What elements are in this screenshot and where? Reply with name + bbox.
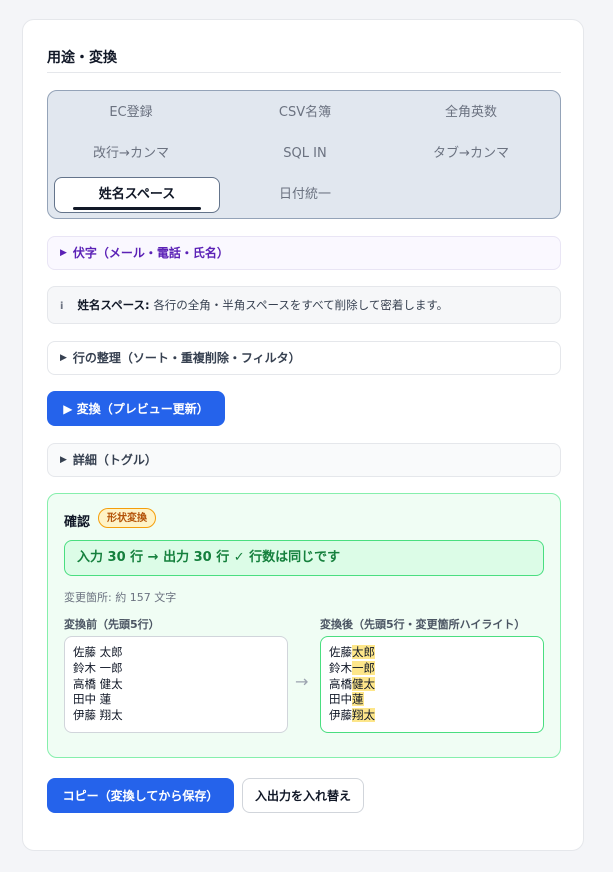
after-line: 伊藤翔太: [329, 708, 535, 724]
tab-sql-in[interactable]: SQL IN: [222, 136, 388, 172]
before-line: 高橋 健太: [73, 676, 123, 691]
tab-ec[interactable]: EC登録: [48, 95, 214, 131]
masking-panel[interactable]: ▶ 伏字（メール・電話・氏名）: [47, 236, 561, 270]
change-count: 変更箇所: 約 157 文字: [64, 591, 177, 604]
after-line: 高橋健太: [329, 676, 535, 693]
details-label: 詳細（トグル）: [72, 453, 157, 467]
confirm-title: 確認: [64, 515, 91, 530]
convert-button[interactable]: ▶ 変換（プレビュー更新）: [47, 391, 225, 426]
unchanged-text: 鈴木: [329, 660, 352, 675]
changed-text: 健太: [352, 676, 375, 691]
result-summary: 入力 30 行 → 出力 30 行 ✓ 行数は同じです: [64, 540, 544, 576]
converter-card: 用途・変換 EC登録 CSV名簿 全角英数 改行→カンマ SQL IN タブ→カ…: [22, 19, 584, 851]
after-line: 鈴木一郎: [329, 660, 535, 677]
unchanged-text: 伊藤: [329, 708, 352, 723]
unchanged-text: 高橋: [329, 676, 352, 691]
expand-triangle-icon: ▶: [60, 248, 67, 258]
copy-button[interactable]: コピー（変換してから保存）: [47, 778, 234, 813]
masking-label: 伏字（メール・電話・氏名）: [72, 246, 229, 260]
details-panel[interactable]: ▶ 詳細（トグル）: [47, 443, 561, 477]
tab-tab-comma[interactable]: タブ→カンマ: [388, 136, 554, 172]
shape-change-badge: 形状変換: [98, 508, 156, 528]
after-line: 佐藤太郎: [329, 645, 535, 661]
expand-triangle-icon: ▶: [60, 455, 67, 465]
title-divider: [47, 72, 561, 73]
before-line: 田中 蓮: [73, 692, 112, 707]
tab-name-space-label: 姓名スペース: [98, 187, 176, 202]
expand-triangle-icon: ▶: [60, 353, 67, 363]
before-line: 鈴木 一郎: [73, 660, 123, 675]
use-case-tabs: EC登録 CSV名簿 全角英数 改行→カンマ SQL IN タブ→カンマ 姓名ス…: [47, 90, 561, 219]
unchanged-text: 田中: [329, 692, 352, 707]
tab-newline-comma[interactable]: 改行→カンマ: [48, 136, 214, 172]
changed-text: 太郎: [352, 645, 375, 659]
info-text: 各行の全角・半角スペースをすべて削除して密着します。: [153, 298, 449, 312]
unchanged-text: 佐藤: [329, 645, 352, 659]
tab-csv[interactable]: CSV名簿: [222, 95, 388, 131]
confirm-panel: 確認 形状変換 入力 30 行 → 出力 30 行 ✓ 行数は同じです 変更箇所…: [47, 493, 561, 758]
after-label: 変換後（先頭5行・変更箇所ハイライト）: [320, 618, 526, 631]
active-tab-underline: [73, 207, 201, 210]
section-title: 用途・変換: [47, 50, 117, 66]
row-tools-label: 行の整理（ソート・重複削除・フィルタ）: [72, 351, 301, 365]
before-line: 佐藤 太郎: [73, 645, 123, 659]
tab-fullwidth[interactable]: 全角英数: [388, 95, 554, 131]
arrow-right-icon: →: [295, 672, 309, 691]
changed-text: 一郎: [352, 660, 375, 675]
after-preview: 佐藤太郎 鈴木一郎 高橋健太 田中蓮 伊藤翔太: [320, 636, 544, 733]
swap-io-button[interactable]: 入出力を入れ替え: [242, 778, 364, 813]
info-mode: 姓名スペース:: [77, 298, 150, 312]
tab-name-space[interactable]: 姓名スペース: [54, 177, 220, 213]
row-tools-panel[interactable]: ▶ 行の整理（ソート・重複削除・フィルタ）: [47, 341, 561, 375]
before-line: 伊藤 翔太: [73, 708, 123, 723]
info-icon: i: [60, 301, 64, 312]
changed-text: 翔太: [352, 708, 375, 723]
after-line: 田中蓮: [329, 692, 535, 708]
info-box: i 姓名スペース: 各行の全角・半角スペースをすべて削除して密着します。: [47, 286, 561, 324]
before-preview: 佐藤 太郎 鈴木 一郎 高橋 健太 田中 蓮 伊藤 翔太: [64, 636, 288, 733]
changed-text: 蓮: [352, 692, 364, 707]
before-label: 変換前（先頭5行）: [64, 618, 160, 631]
tab-date[interactable]: 日付統一: [222, 177, 388, 213]
